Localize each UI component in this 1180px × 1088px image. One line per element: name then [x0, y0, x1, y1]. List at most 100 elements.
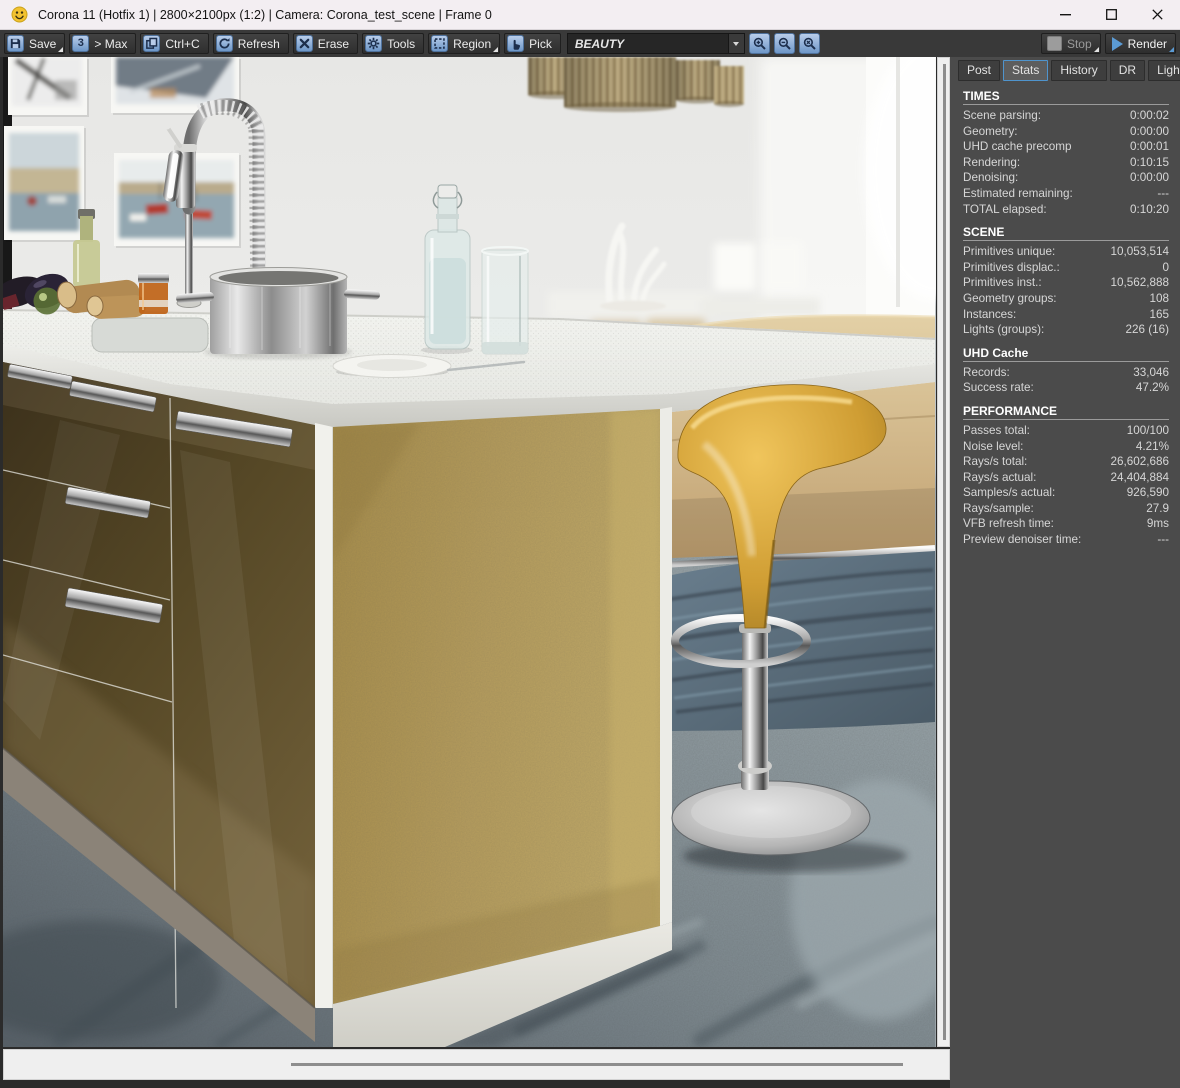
stats-section-scene: SCENE Primitives unique: 10,053,514 Primit…: [963, 225, 1169, 338]
stat-value: 226 (16): [1125, 323, 1169, 337]
stat-value: 165: [1149, 307, 1169, 321]
channel-dropdown-arrow[interactable]: [727, 34, 744, 53]
vertical-scrollbar[interactable]: [937, 57, 950, 1047]
stat-value: 9ms: [1146, 517, 1169, 531]
stat-label: Lights (groups):: [963, 323, 1045, 337]
zoom-reset-button[interactable]: [798, 33, 820, 54]
zoom-out-button[interactable]: [773, 33, 795, 54]
horizontal-scrollbar-thumb[interactable]: [291, 1063, 903, 1066]
tab-lightmix[interactable]: LightMix: [1148, 60, 1180, 81]
stat-value: ---: [1157, 186, 1169, 200]
save-label: Save: [29, 36, 57, 51]
stat-value: 0:00:02: [1130, 109, 1169, 122]
stat-row: Scene parsing: 0:00:02: [963, 108, 1169, 124]
max-icon: 3: [72, 35, 90, 52]
stat-value: 27.9: [1146, 501, 1169, 515]
stat-row: Rendering: 0:10:15: [963, 155, 1169, 171]
copy-button[interactable]: Ctrl+C: [140, 33, 209, 54]
refresh-icon: [215, 35, 233, 52]
erase-button[interactable]: Erase: [292, 33, 359, 54]
stat-value: 4.21%: [1135, 439, 1169, 453]
stat-label: Estimated remaining:: [963, 186, 1073, 200]
erase-label: Erase: [317, 36, 350, 51]
region-button[interactable]: Region: [428, 33, 501, 54]
section-title: PERFORMANCE: [963, 404, 1169, 420]
channel-select[interactable]: BEAUTY: [566, 33, 745, 54]
section-title: SCENE: [963, 225, 1169, 242]
region-menu-corner: [493, 47, 499, 52]
stat-row: UHD cache precomp 0:00:01: [963, 139, 1169, 155]
tab-stats[interactable]: Stats: [1003, 60, 1049, 81]
stat-row: Primitives unique: 10,053,514: [963, 244, 1169, 260]
stat-row: Rays/s actual: 24,404,884: [963, 470, 1169, 486]
stat-value: 0:00:01: [1130, 140, 1169, 154]
render-viewport[interactable]: [3, 57, 936, 1047]
stat-label: Geometry:: [963, 124, 1018, 138]
stat-label: Scene parsing:: [963, 109, 1041, 122]
render-image: [3, 57, 936, 1047]
tab-post[interactable]: Post: [958, 60, 1001, 81]
section-title: UHD Cache: [963, 346, 1169, 362]
stat-value: 24,404,884: [1110, 470, 1170, 484]
stat-row: Samples/s actual: 926,590: [963, 485, 1169, 501]
stat-row: Records: 33,046: [963, 365, 1169, 381]
horizontal-scrollbar[interactable]: [3, 1049, 950, 1080]
close-button[interactable]: [1134, 0, 1180, 30]
pick-icon: [507, 35, 525, 52]
toolbar: Save 3 > Max Ctrl+C Refresh Erase Tools …: [0, 30, 1180, 57]
region-icon: [431, 35, 449, 52]
side-panel: Post Stats History DR LightMix TIMES Sce…: [950, 57, 1180, 1088]
maximize-button[interactable]: [1088, 0, 1134, 30]
panel-tabs: Post Stats History DR LightMix: [950, 57, 1180, 81]
stats-section-uhd-cache: UHD Cache Records: 33,046 Success rate: 47.…: [963, 346, 1169, 396]
vertical-scrollbar-thumb[interactable]: [943, 64, 946, 1040]
stat-label: Rays/s actual:: [963, 470, 1037, 484]
stat-label: Rays/s total:: [963, 455, 1028, 469]
minimize-button[interactable]: [1042, 0, 1088, 30]
copy-icon: [143, 35, 161, 52]
stop-menu-corner: [1093, 47, 1099, 52]
stat-label: Records:: [963, 365, 1010, 379]
drinking-glass: [481, 246, 529, 355]
stat-label: Geometry groups:: [963, 291, 1057, 305]
refresh-button[interactable]: Refresh: [212, 33, 289, 54]
spice-jar: [138, 273, 169, 314]
vfb-window: Corona 11 (Hotfix 1) | 2800×2100px (1:2)…: [0, 0, 1180, 1088]
max-button[interactable]: 3 > Max: [69, 33, 137, 54]
stat-label: VFB refresh time:: [963, 517, 1054, 531]
stat-label: Noise level:: [963, 439, 1024, 453]
stat-value: 0:10:15: [1130, 155, 1169, 169]
pick-button[interactable]: Pick: [504, 33, 561, 54]
stat-row: Denoising: 0:00:00: [963, 170, 1169, 186]
region-label: Region: [453, 36, 492, 51]
stat-row: TOTAL elapsed: 0:10:20: [963, 202, 1169, 218]
stat-row: Passes total: 100/100: [963, 423, 1169, 439]
zoom-out-icon: [778, 37, 791, 50]
stop-button[interactable]: Stop: [1040, 33, 1101, 54]
save-menu-corner: [58, 47, 64, 52]
stat-value: 47.2%: [1135, 381, 1169, 395]
render-menu-corner: [1169, 47, 1174, 52]
stat-value: 33,046: [1133, 365, 1169, 379]
save-button[interactable]: Save: [4, 33, 66, 54]
maximize-icon: [1105, 9, 1117, 20]
refresh-label: Refresh: [237, 36, 280, 51]
stat-label: Samples/s actual:: [963, 486, 1056, 500]
stop-label: Stop: [1066, 36, 1092, 51]
stat-row: Primitives inst.: 10,562,888: [963, 275, 1169, 291]
stat-label: Passes total:: [963, 423, 1030, 437]
tab-dr[interactable]: DR: [1109, 60, 1146, 81]
stats-section-times: TIMES Scene parsing: 0:00:02 Geometry: 0:00…: [963, 89, 1169, 217]
stat-label: UHD cache precomp: [963, 140, 1072, 154]
zoom-in-button[interactable]: [748, 33, 770, 54]
window-title: Corona 11 (Hotfix 1) | 2800×2100px (1:2)…: [38, 7, 492, 22]
stat-value: 0: [1162, 260, 1169, 274]
titlebar[interactable]: Corona 11 (Hotfix 1) | 2800×2100px (1:2)…: [0, 0, 1180, 30]
render-button[interactable]: Render: [1104, 33, 1176, 54]
tab-history[interactable]: History: [1051, 60, 1107, 81]
tools-icon: [365, 35, 383, 52]
stat-row: Rays/sample: 27.9: [963, 501, 1169, 517]
tools-button[interactable]: Tools: [362, 33, 425, 54]
stat-value: 108: [1149, 291, 1169, 305]
stat-label: Success rate:: [963, 381, 1034, 395]
